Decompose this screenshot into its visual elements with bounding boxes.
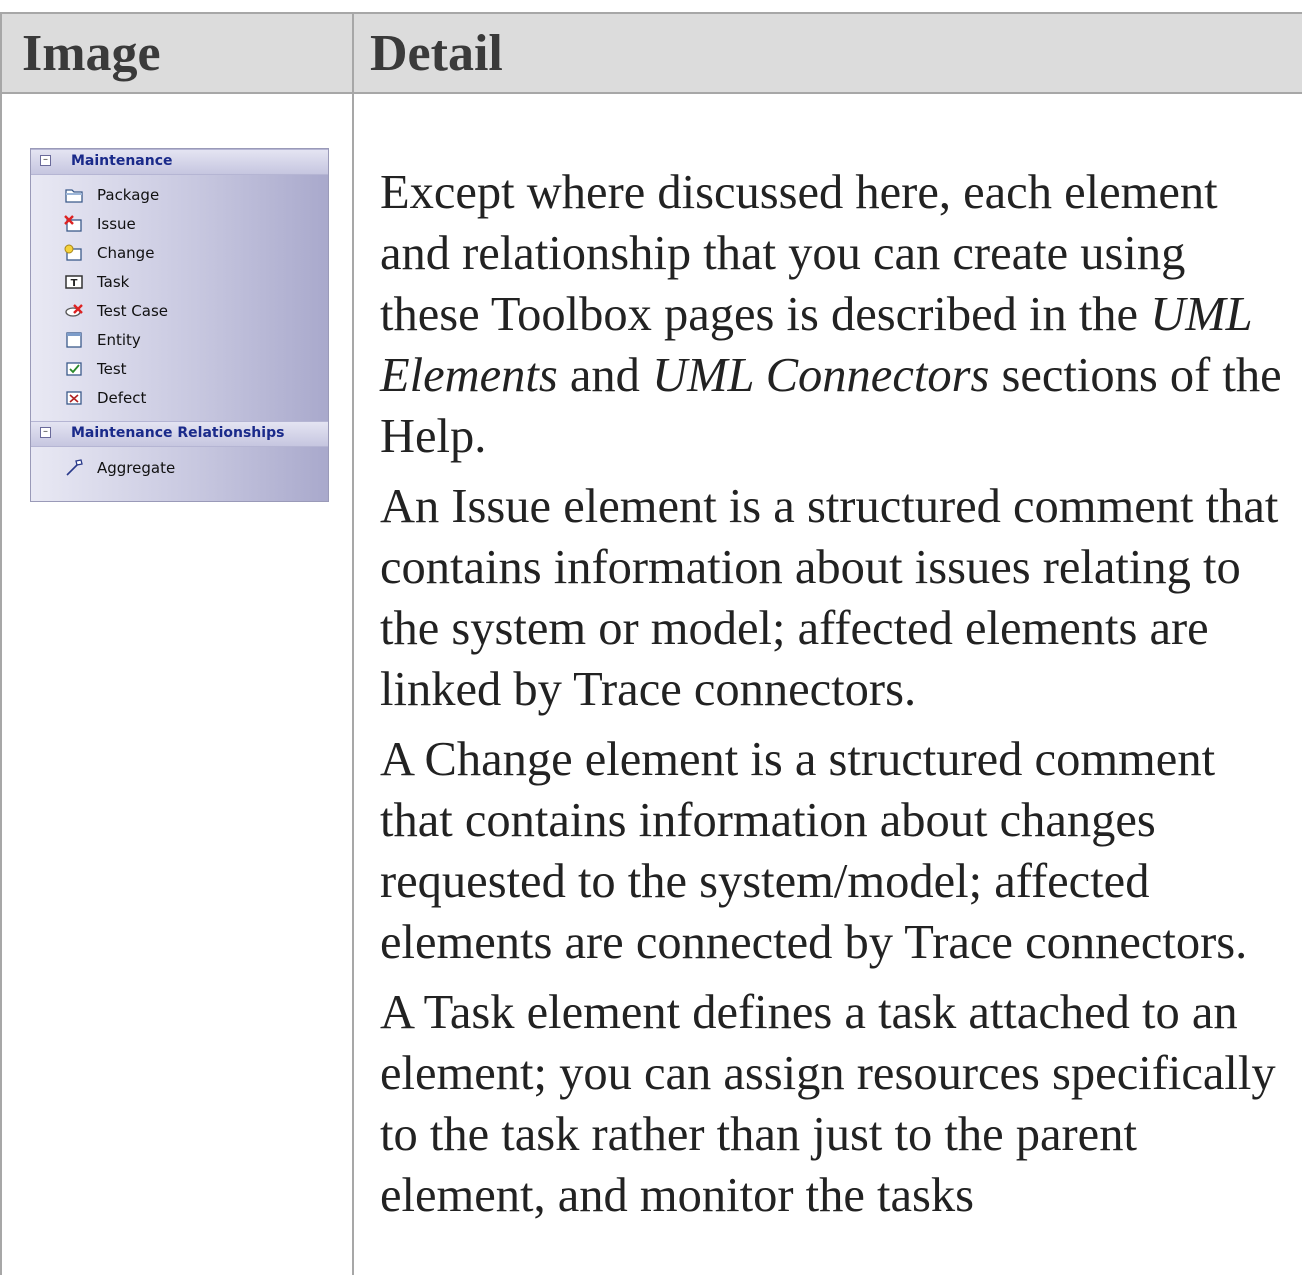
item-label: Entity xyxy=(97,331,141,349)
toolbox-item-defect: Defect xyxy=(31,385,328,411)
toolbox-item-aggregate: Aggregate xyxy=(31,455,328,481)
item-label: Test xyxy=(97,360,127,378)
toolbox-item-issue: Issue xyxy=(31,211,328,237)
table-header-row: Image Detail xyxy=(0,12,1302,94)
paragraph-change: A Change element is a structured comment… xyxy=(380,733,1248,969)
item-label: Test Case xyxy=(97,302,169,320)
toolbox-item-change: Change xyxy=(31,240,328,266)
item-label: Change xyxy=(97,244,155,262)
section-title: Maintenance Relationships xyxy=(71,425,285,441)
item-label: Task xyxy=(97,273,130,291)
toolbox-item-package: Package xyxy=(31,182,328,208)
toolbox-item-task: T Task xyxy=(31,269,328,295)
toolbox-panel-image: – Maintenance Package Issue Change T Tas… xyxy=(30,148,329,502)
svg-text:T: T xyxy=(71,278,78,289)
collapse-icon: – xyxy=(40,427,51,438)
section-title: Maintenance xyxy=(71,153,173,169)
paragraph-issue: An Issue element is a structured comment… xyxy=(380,480,1279,716)
package-icon xyxy=(65,189,83,203)
toolbox-item-test-case: Test Case xyxy=(31,298,328,324)
detail-text: Except where discussed here, each elemen… xyxy=(380,162,1285,1235)
detail-table: Image Detail – Maintenance Package Issue xyxy=(0,12,1302,1275)
item-label: Defect xyxy=(97,389,147,407)
collapse-icon: – xyxy=(40,155,51,166)
aggregate-icon xyxy=(66,459,83,476)
paragraph-task: A Task element defines a task attached t… xyxy=(380,986,1276,1222)
test-case-icon xyxy=(65,304,83,317)
column-header-image: Image xyxy=(22,25,161,82)
issue-icon xyxy=(64,215,82,232)
item-label: Aggregate xyxy=(97,459,176,477)
item-label: Issue xyxy=(97,215,136,233)
toolbox-section-header-maintenance-relationships: – Maintenance Relationships xyxy=(31,421,328,447)
toolbox-item-entity: Entity xyxy=(31,327,328,353)
item-label: Package xyxy=(97,186,160,204)
column-divider xyxy=(352,12,354,1275)
paragraph-toolbox-overview: Except where discussed here, each elemen… xyxy=(380,166,1282,463)
toolbox-section-header-maintenance: – Maintenance xyxy=(31,149,328,175)
toolbox-item-test: Test xyxy=(31,356,328,382)
defect-icon xyxy=(66,391,82,405)
change-icon xyxy=(64,244,82,261)
entity-icon xyxy=(66,332,82,348)
column-header-detail: Detail xyxy=(370,25,503,82)
table-left-border xyxy=(0,12,2,1275)
test-icon xyxy=(66,362,82,376)
link-uml-connectors: UML Connectors xyxy=(652,349,990,402)
task-icon: T xyxy=(65,275,83,289)
